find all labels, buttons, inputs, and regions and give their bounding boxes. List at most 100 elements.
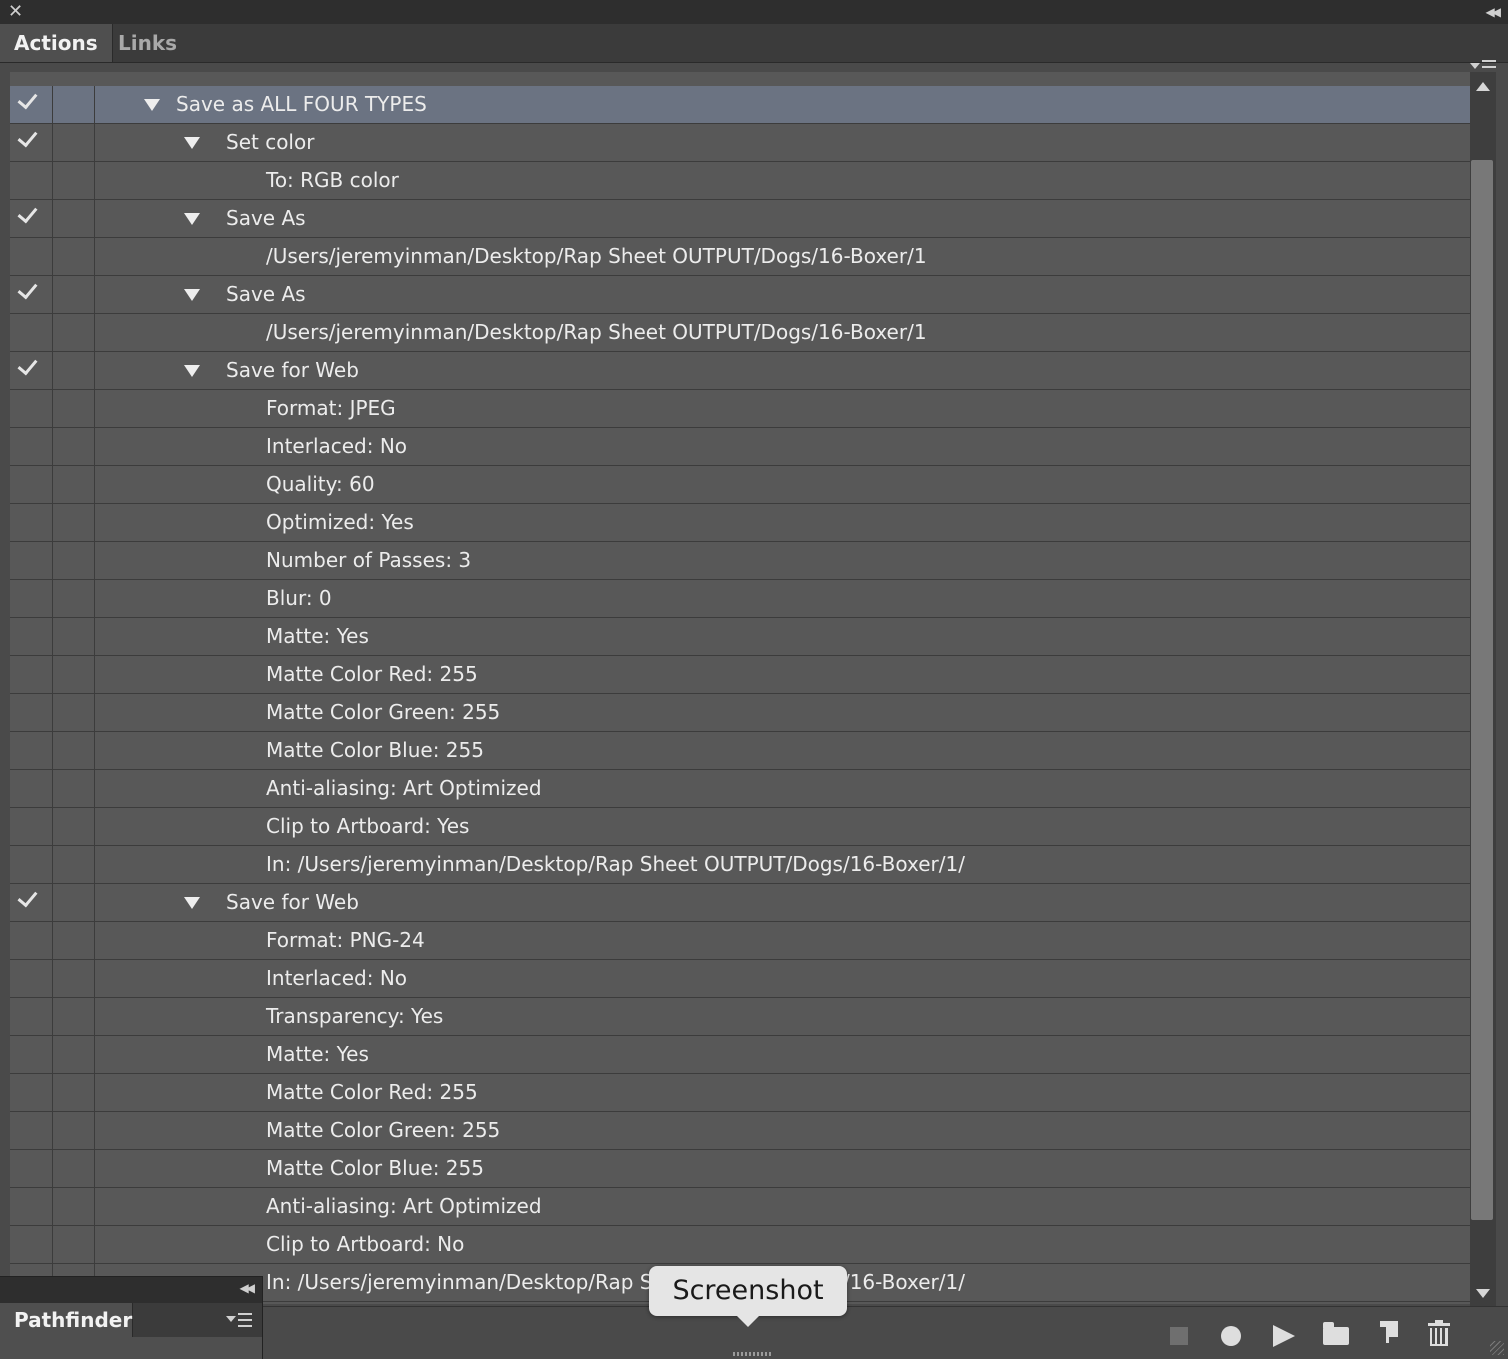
toggle-item-checkbox[interactable] (10, 770, 53, 807)
toggle-dialog-checkbox[interactable] (53, 1226, 95, 1263)
action-row[interactable]: Blur: 0 (10, 580, 1470, 618)
toggle-item-checkbox[interactable] (10, 466, 53, 503)
action-row[interactable]: Matte Color Red: 255 (10, 1074, 1470, 1112)
tab-pathfinder[interactable]: Pathfinder (0, 1303, 133, 1337)
toggle-dialog-checkbox[interactable] (53, 314, 95, 351)
toggle-item-checkbox[interactable] (10, 428, 53, 465)
action-row[interactable]: Matte Color Red: 255 (10, 656, 1470, 694)
disclosure-triangle-icon[interactable] (184, 137, 200, 149)
tab-links[interactable]: Links (104, 24, 191, 62)
trash-icon[interactable] (1428, 1320, 1450, 1346)
toggle-dialog-checkbox[interactable] (53, 276, 95, 313)
toggle-dialog-checkbox[interactable] (53, 1150, 95, 1187)
action-row[interactable]: In: /Users/jeremyinman/Desktop/Rap Sheet… (10, 846, 1470, 884)
action-row[interactable]: Matte: Yes (10, 1036, 1470, 1074)
toggle-dialog-checkbox[interactable] (53, 428, 95, 465)
toggle-item-checkbox[interactable] (10, 542, 53, 579)
scroll-thumb[interactable] (1471, 160, 1493, 1220)
collapse-double-chevron-icon[interactable]: ◀◀ (240, 1281, 256, 1295)
panel-menu-icon[interactable] (226, 1311, 252, 1329)
scroll-down-arrow-icon[interactable] (1476, 1289, 1490, 1298)
actions-list[interactable]: Save as ALL FOUR TYPES Set color To: RGB c… (10, 72, 1470, 1304)
toggle-dialog-checkbox[interactable] (53, 352, 95, 389)
toggle-dialog-checkbox[interactable] (53, 162, 95, 199)
action-row[interactable]: Transparency: Yes (10, 998, 1470, 1036)
action-row[interactable]: Optimized: Yes (10, 504, 1470, 542)
toggle-item-checkbox[interactable] (10, 1150, 53, 1187)
action-row[interactable]: Format: JPEG (10, 390, 1470, 428)
action-row[interactable]: /Users/jeremyinman/Desktop/Rap Sheet OUT… (10, 238, 1470, 276)
toggle-dialog-checkbox[interactable] (53, 542, 95, 579)
action-row[interactable]: Save for Web (10, 884, 1470, 922)
action-row[interactable]: Matte Color Blue: 255 (10, 1150, 1470, 1188)
disclosure-triangle-icon[interactable] (144, 99, 160, 111)
action-row[interactable]: Interlaced: No (10, 960, 1470, 998)
toggle-item-checkbox[interactable] (10, 390, 53, 427)
action-row[interactable]: Matte: Yes (10, 618, 1470, 656)
toggle-dialog-checkbox[interactable] (53, 86, 95, 123)
toggle-dialog-checkbox[interactable] (53, 960, 95, 997)
action-row[interactable]: Matte Color Green: 255 (10, 1112, 1470, 1150)
toggle-dialog-checkbox[interactable] (53, 504, 95, 541)
toggle-dialog-checkbox[interactable] (53, 922, 95, 959)
toggle-item-checkbox[interactable] (10, 1074, 53, 1111)
toggle-item-checkbox[interactable] (10, 1036, 53, 1073)
action-row[interactable]: Save As (10, 276, 1470, 314)
toggle-item-checkbox[interactable] (10, 200, 53, 237)
toggle-item-checkbox[interactable] (10, 1188, 53, 1225)
action-row[interactable]: Number of Passes: 3 (10, 542, 1470, 580)
toggle-item-checkbox[interactable] (10, 314, 53, 351)
toggle-item-checkbox[interactable] (10, 694, 53, 731)
toggle-item-checkbox[interactable] (10, 998, 53, 1035)
action-row[interactable]: Save As (10, 200, 1470, 238)
toggle-dialog-checkbox[interactable] (53, 1188, 95, 1225)
toggle-dialog-checkbox[interactable] (53, 238, 95, 275)
action-row[interactable]: Anti-aliasing: Art Optimized (10, 770, 1470, 808)
toggle-dialog-checkbox[interactable] (53, 580, 95, 617)
toggle-item-checkbox[interactable] (10, 808, 53, 845)
toggle-item-checkbox[interactable] (10, 1112, 53, 1149)
scroll-up-arrow-icon[interactable] (1476, 82, 1490, 91)
disclosure-triangle-icon[interactable] (184, 365, 200, 377)
action-row[interactable]: Clip to Artboard: Yes (10, 808, 1470, 846)
toggle-dialog-checkbox[interactable] (53, 656, 95, 693)
action-row[interactable]: To: RGB color (10, 162, 1470, 200)
toggle-dialog-checkbox[interactable] (53, 846, 95, 883)
toggle-item-checkbox[interactable] (10, 960, 53, 997)
disclosure-triangle-icon[interactable] (184, 289, 200, 301)
drag-handle[interactable] (733, 1352, 773, 1356)
action-row[interactable]: Set color (10, 124, 1470, 162)
toggle-item-checkbox[interactable] (10, 732, 53, 769)
toggle-dialog-checkbox[interactable] (53, 998, 95, 1035)
toggle-item-checkbox[interactable] (10, 352, 53, 389)
resize-grip-icon[interactable] (1490, 1341, 1504, 1355)
toggle-dialog-checkbox[interactable] (53, 1074, 95, 1111)
toggle-item-checkbox[interactable] (10, 276, 53, 313)
toggle-dialog-checkbox[interactable] (53, 200, 95, 237)
toggle-item-checkbox[interactable] (10, 124, 53, 161)
toggle-item-checkbox[interactable] (10, 580, 53, 617)
toggle-dialog-checkbox[interactable] (53, 466, 95, 503)
collapse-double-chevron-icon[interactable]: ◀◀ (1486, 3, 1502, 21)
toggle-item-checkbox[interactable] (10, 846, 53, 883)
disclosure-triangle-icon[interactable] (184, 213, 200, 225)
action-row[interactable]: Save for Web (10, 352, 1470, 390)
action-row[interactable]: Quality: 60 (10, 466, 1470, 504)
toggle-item-checkbox[interactable] (10, 162, 53, 199)
new-action-icon[interactable] (1376, 1321, 1398, 1343)
tab-actions[interactable]: Actions (0, 24, 113, 62)
action-row[interactable]: Interlaced: No (10, 428, 1470, 466)
toggle-dialog-checkbox[interactable] (53, 1112, 95, 1149)
toggle-dialog-checkbox[interactable] (53, 618, 95, 655)
new-set-folder-icon[interactable] (1323, 1322, 1349, 1345)
action-row[interactable]: /Users/jeremyinman/Desktop/Rap Sheet OUT… (10, 314, 1470, 352)
toggle-item-checkbox[interactable] (10, 504, 53, 541)
play-icon[interactable] (1273, 1325, 1295, 1347)
action-row[interactable]: Matte Color Green: 255 (10, 694, 1470, 732)
stop-icon[interactable] (1170, 1327, 1188, 1345)
action-row[interactable]: Anti-aliasing: Art Optimized (10, 1188, 1470, 1226)
action-row[interactable]: Save as ALL FOUR TYPES (10, 86, 1470, 124)
disclosure-triangle-icon[interactable] (184, 897, 200, 909)
toggle-dialog-checkbox[interactable] (53, 124, 95, 161)
toggle-dialog-checkbox[interactable] (53, 732, 95, 769)
